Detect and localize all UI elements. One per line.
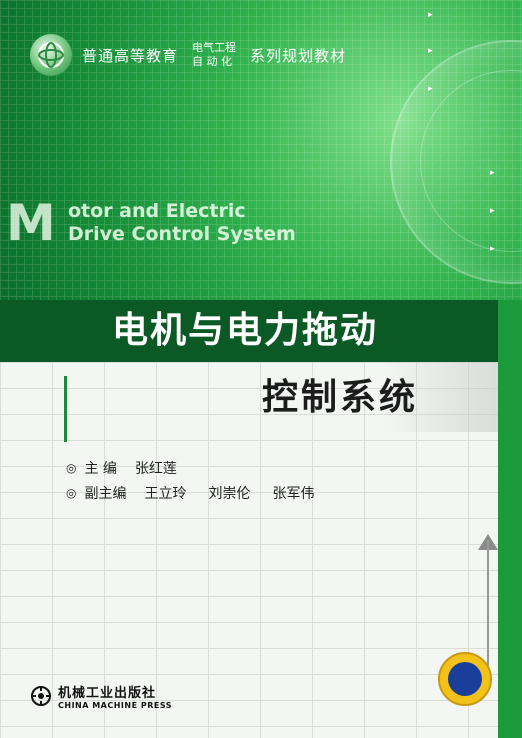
arrow-marker-icon: ▸ <box>490 206 495 216</box>
series-header: 普通高等教育 电气工程 自 动 化 系列规划教材 <box>30 34 346 76</box>
series-logo-icon <box>30 34 72 76</box>
author-name: 王立玲 <box>144 486 187 502</box>
series-name-right: 系列规划教材 <box>250 46 347 65</box>
series-discipline-line1: 电气工程 <box>192 41 237 54</box>
book-cover: ▸ ▸ ▸ ▸ ▸ ▸ 普通高等教育 电气工程 自 动 化 系列规划教材 M o… <box>0 0 522 738</box>
author-role: 副主编 <box>84 486 127 502</box>
publisher-logo-icon <box>31 686 51 706</box>
arrow-shaft <box>487 540 489 670</box>
publisher: 机械工业出版社 CHINA MACHINE PRESS <box>30 682 172 710</box>
author-name: 刘崇伦 <box>208 486 251 502</box>
bullet-icon: ◎ <box>66 486 77 500</box>
series-name-left: 普通高等教育 <box>82 46 179 65</box>
author-name: 张红莲 <box>134 461 177 477</box>
author-role: 主 编 <box>84 461 117 477</box>
publisher-text: 机械工业出版社 CHINA MACHINE PRESS <box>58 682 172 710</box>
english-title-line1: otor and Electric <box>68 200 246 222</box>
english-title-line2: Drive Control System <box>68 223 296 245</box>
arrow-marker-icon: ▸ <box>490 244 495 254</box>
series-discipline-line2: 自 动 化 <box>192 55 233 68</box>
series-discipline: 电气工程 自 动 化 <box>192 41 236 69</box>
quality-seal-icon <box>438 652 492 706</box>
arrow-marker-icon: ▸ <box>428 84 433 94</box>
arrow-marker-icon: ▸ <box>490 168 495 178</box>
author-row-deputy: ◎ 副主编 王立玲 刘崇伦 张军伟 <box>66 483 336 503</box>
author-name: 张军伟 <box>272 486 315 502</box>
arrow-marker-icon: ▸ <box>428 10 433 20</box>
book-title-line1: 电机与电力拖动 <box>112 310 379 351</box>
accent-vertical-line <box>64 376 67 442</box>
book-title-line2: 控制系统 <box>262 377 419 418</box>
right-green-band <box>498 300 522 738</box>
publisher-name-en: CHINA MACHINE PRESS <box>58 701 173 710</box>
seal-center <box>448 662 482 696</box>
publisher-name-cn: 机械工业出版社 <box>58 686 157 701</box>
arrow-marker-icon: ▸ <box>428 46 433 56</box>
english-title-initial: M <box>6 194 56 252</box>
bullet-icon: ◎ <box>66 461 77 475</box>
author-row-editor: ◎ 主 编 张红莲 <box>66 458 199 478</box>
